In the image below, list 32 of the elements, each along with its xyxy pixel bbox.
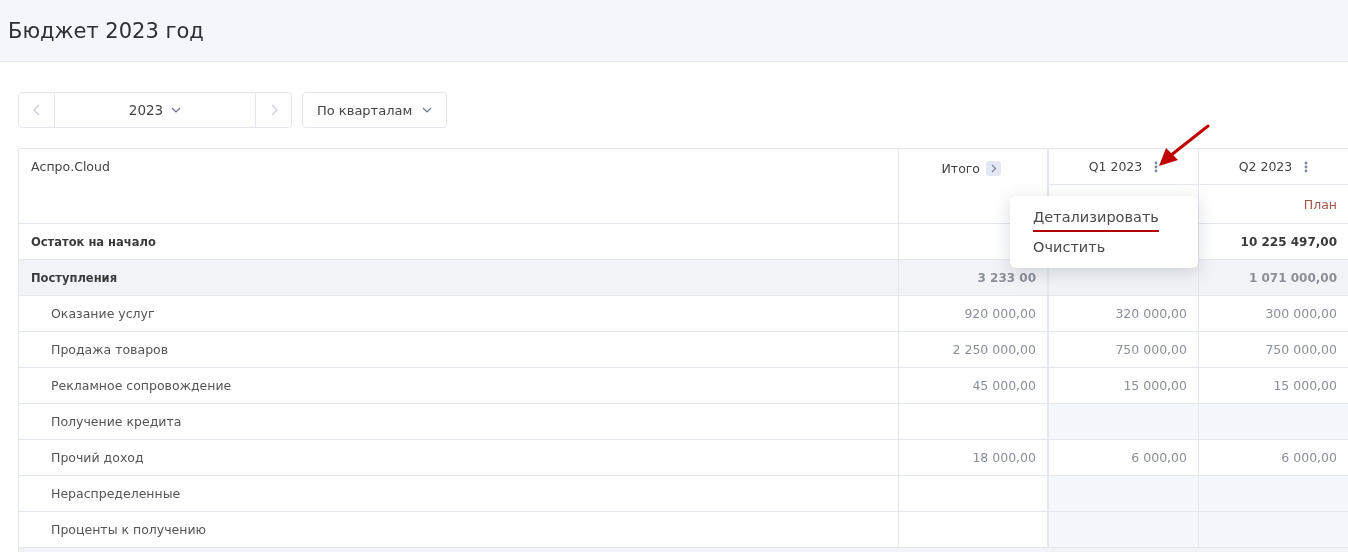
caret-icon [422,107,433,113]
table-cell: Поступления [19,260,899,296]
table-cell: Получение кредита [19,404,899,440]
table-cell: 320 000,00 [1049,296,1199,332]
table-cell: 750 000,00 [1049,332,1199,368]
more-icon[interactable] [1154,160,1159,173]
chevron-right-icon [990,164,997,173]
table-cell: 920 000,00 [899,296,1049,332]
chevron-left-icon [32,104,41,116]
table-cell: 45 000,00 [899,368,1049,404]
table-cell: 1 071 000,00 [1199,260,1348,296]
table-cell: Оказание услуг [19,296,899,332]
table-cell: Продажа товаров [19,332,899,368]
table-header-cell: Аспро.Cloud [19,149,899,224]
table-cell: Рекламное сопровождение [19,368,899,404]
grouping-dropdown[interactable]: По кварталам [302,92,448,128]
table-cell: 18 000,00 [899,440,1049,476]
table-header-cell-text: План [1302,195,1338,214]
table-cell: 300 000,00 [1199,296,1348,332]
table-cell: Прочий доход [19,440,899,476]
menu-item[interactable]: Детализировать [1010,202,1182,232]
caret-icon [171,107,182,113]
chevron-right-icon [269,104,278,116]
table-cell: 750 000,00 [1199,332,1348,368]
page-title: Бюджет 2023 год [8,18,204,43]
table-header-cell: Q2 2023 [1199,149,1348,185]
table-cell: 2 250 000,00 [899,332,1049,368]
table-cell: 3 233 00 [899,260,1049,296]
menu-item[interactable]: Очистить [1010,232,1129,262]
table-cell: Нераспределенные [19,476,899,512]
expand-button[interactable] [986,161,1001,176]
more-icon[interactable] [1304,160,1309,173]
